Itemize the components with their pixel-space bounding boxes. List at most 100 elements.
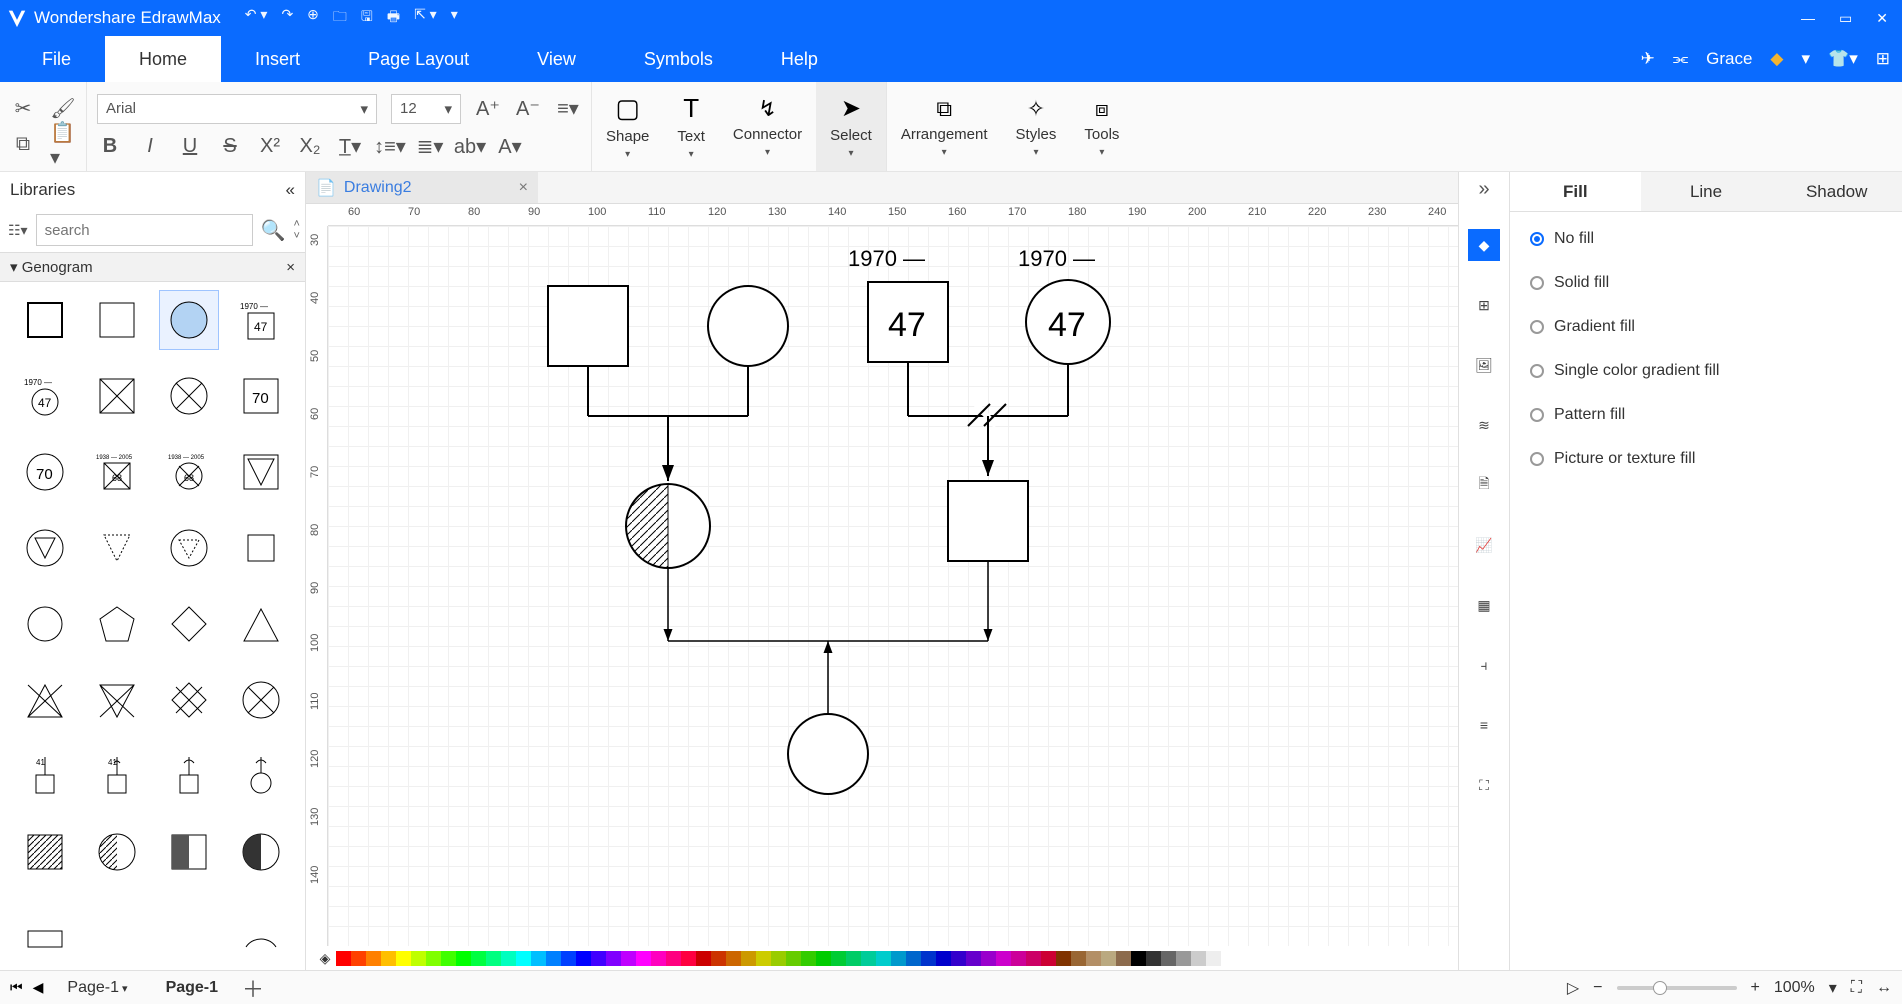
subscript-icon[interactable]: X₂: [297, 134, 323, 160]
lib-up-icon[interactable]: ˄: [293, 218, 299, 230]
color-swatch[interactable]: [741, 951, 756, 966]
shape-male-age[interactable]: 1970 —47: [231, 290, 291, 350]
bold-icon[interactable]: B: [97, 134, 123, 160]
zoom-slider[interactable]: [1617, 986, 1737, 990]
color-swatch[interactable]: [336, 951, 351, 966]
color-swatch[interactable]: [396, 951, 411, 966]
export-icon[interactable]: ⇱ ▾: [414, 6, 437, 30]
color-swatch[interactable]: [1086, 951, 1101, 966]
color-swatch[interactable]: [936, 951, 951, 966]
color-swatch[interactable]: [381, 951, 396, 966]
fill-option-2[interactable]: Gradient fill: [1530, 318, 1882, 336]
strike-icon[interactable]: S: [217, 134, 243, 160]
fill-option-5[interactable]: Picture or texture fill: [1530, 450, 1882, 468]
color-swatch[interactable]: [636, 951, 651, 966]
color-swatch[interactable]: [831, 951, 846, 966]
paste-icon[interactable]: 📋▾: [50, 132, 76, 158]
save-icon[interactable]: 🖫: [361, 6, 373, 30]
color-swatch[interactable]: [951, 951, 966, 966]
color-swatch[interactable]: [816, 951, 831, 966]
color-swatch[interactable]: [786, 951, 801, 966]
fill-option-0[interactable]: No fill: [1530, 230, 1882, 248]
expand-right-icon[interactable]: »: [1478, 178, 1489, 201]
shape-diamond[interactable]: [159, 594, 219, 654]
shape-female-dead70[interactable]: 70: [15, 442, 75, 502]
search-icon[interactable]: 🔍: [261, 218, 286, 243]
new-icon[interactable]: ⊕: [307, 6, 319, 30]
color-swatch[interactable]: [1161, 951, 1176, 966]
shape-male-outline[interactable]: [87, 290, 147, 350]
shape-male-dead[interactable]: [87, 366, 147, 426]
share-icon[interactable]: ⫘: [1673, 49, 1688, 69]
align-panel-icon[interactable]: ≡: [1468, 709, 1500, 741]
present-icon[interactable]: ▷: [1567, 978, 1579, 998]
color-swatch[interactable]: [1056, 951, 1071, 966]
color-swatch[interactable]: [591, 951, 606, 966]
color-swatch[interactable]: [441, 951, 456, 966]
color-swatch[interactable]: [516, 951, 531, 966]
color-swatch[interactable]: [981, 951, 996, 966]
color-swatch[interactable]: [351, 951, 366, 966]
shape-partial1[interactable]: [87, 898, 147, 958]
font-color-icon[interactable]: A▾: [497, 134, 523, 160]
color-swatch[interactable]: [1206, 951, 1221, 966]
color-swatch[interactable]: [921, 951, 936, 966]
premium-icon[interactable]: ◆: [1770, 49, 1783, 69]
menu-view[interactable]: View: [503, 36, 610, 82]
fill-panel-icon[interactable]: ◆: [1468, 229, 1500, 261]
color-swatch[interactable]: [1116, 951, 1131, 966]
page-first-icon[interactable]: ⏮: [10, 979, 23, 996]
color-swatch[interactable]: [681, 951, 696, 966]
shape-half-square[interactable]: [159, 822, 219, 882]
color-swatch[interactable]: [471, 951, 486, 966]
color-swatch[interactable]: [456, 951, 471, 966]
filter-icon[interactable]: ☷▾: [8, 222, 28, 239]
image-panel-icon[interactable]: 🖼: [1468, 349, 1500, 381]
color-swatch[interactable]: [966, 951, 981, 966]
color-swatch[interactable]: [876, 951, 891, 966]
fit-page-icon[interactable]: ⛶: [1851, 979, 1862, 997]
shape-hatch-half-circle[interactable]: [87, 822, 147, 882]
zoom-out-icon[interactable]: −: [1593, 979, 1602, 997]
color-swatch[interactable]: [801, 951, 816, 966]
shape-triangle-dashed[interactable]: [87, 518, 147, 578]
layers-panel-icon[interactable]: ≋: [1468, 409, 1500, 441]
color-swatch[interactable]: [651, 951, 666, 966]
shape-x-tri[interactable]: [15, 670, 75, 730]
color-swatch[interactable]: [576, 951, 591, 966]
color-swatch[interactable]: [1101, 951, 1116, 966]
document-tab[interactable]: 📄 Drawing2 ×: [306, 172, 538, 203]
shape-diamond-x[interactable]: [159, 670, 219, 730]
shape-pentagon[interactable]: [87, 594, 147, 654]
chart-panel-icon[interactable]: 📈: [1468, 529, 1500, 561]
color-swatch[interactable]: [621, 951, 636, 966]
fit-width-icon[interactable]: ↔: [1876, 979, 1892, 997]
zoom-value[interactable]: 100%: [1774, 979, 1815, 997]
shape-circ-tri-dashed[interactable]: [159, 518, 219, 578]
shape-male-dates[interactable]: 1938 — 200568: [87, 442, 147, 502]
color-swatch[interactable]: [1026, 951, 1041, 966]
font-size-combo[interactable]: 12▾: [391, 94, 461, 124]
tab-shadow[interactable]: Shadow: [1771, 172, 1902, 211]
color-swatch[interactable]: [771, 951, 786, 966]
shape-female-blue[interactable]: [159, 290, 219, 350]
shape-circ-stub[interactable]: [231, 746, 291, 806]
close-icon[interactable]: ✕: [1876, 10, 1888, 27]
add-page-icon[interactable]: ＋: [242, 972, 264, 1004]
text-case-icon[interactable]: T̲▾: [337, 134, 363, 160]
shape-circle-thin[interactable]: [15, 594, 75, 654]
shape-half-circle[interactable]: [231, 822, 291, 882]
line-spacing-icon[interactable]: ↕≡▾: [377, 134, 403, 160]
format-painter-icon[interactable]: 🖌: [50, 96, 76, 122]
user-name[interactable]: Grace: [1706, 49, 1752, 69]
align-icon[interactable]: ≡▾: [555, 96, 581, 122]
shape-female-dates[interactable]: 1938 — 200568: [159, 442, 219, 502]
decrease-font-icon[interactable]: A⁻: [515, 96, 541, 122]
menu-file[interactable]: File: [8, 36, 105, 82]
page-tab-active[interactable]: Page-1: [152, 975, 232, 1001]
page-panel-icon[interactable]: 🗎: [1468, 469, 1500, 501]
color-swatch[interactable]: [1131, 951, 1146, 966]
menu-page-layout[interactable]: Page Layout: [334, 36, 503, 82]
menu-symbols[interactable]: Symbols: [610, 36, 747, 82]
color-swatch[interactable]: [1176, 951, 1191, 966]
